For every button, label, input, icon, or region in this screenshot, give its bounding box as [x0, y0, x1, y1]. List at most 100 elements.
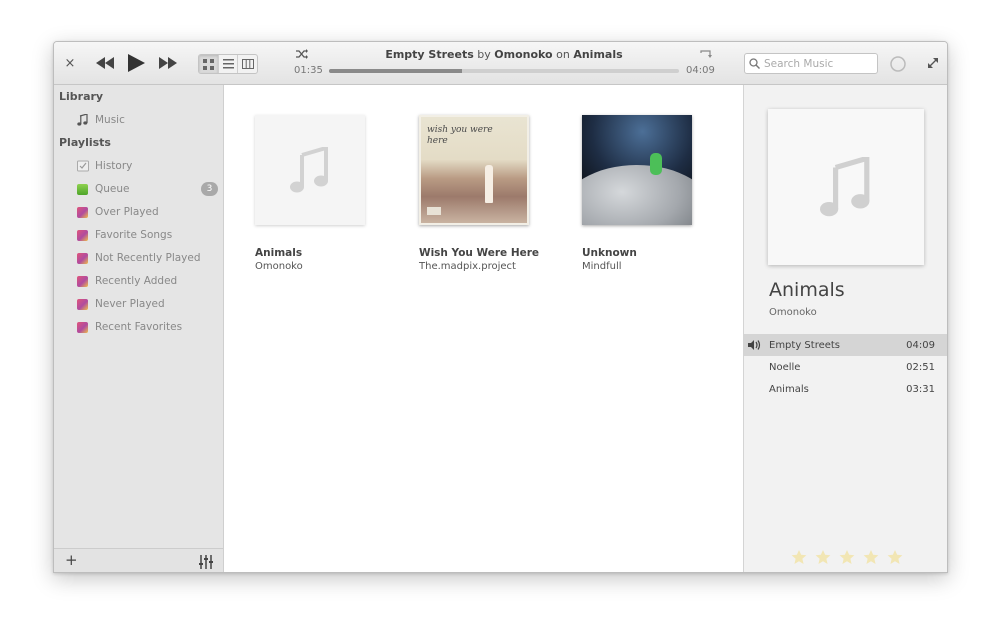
sidebar-item-recently-added[interactable]: Recently Added [76, 270, 223, 292]
playlist-icon [76, 275, 89, 288]
sidebar-item-over-played[interactable]: Over Played [76, 201, 223, 223]
sidebar-item-label: Music [95, 114, 125, 126]
header-bar: × Empty Streets by Omonoko on Animals 01… [54, 42, 947, 85]
sidebar-item-favorite-songs[interactable]: Favorite Songs [76, 224, 223, 246]
album-cover [582, 115, 692, 225]
sidebar-item-not-recently-played[interactable]: Not Recently Played [76, 247, 223, 269]
track-row[interactable]: Empty Streets 04:09 [744, 334, 947, 356]
album-title: Unknown [582, 247, 637, 259]
sidebar-item-label: Never Played [95, 298, 165, 310]
star-icon[interactable] [886, 550, 904, 564]
album-cover-figure [485, 165, 493, 203]
album-title: Wish You Were Here [419, 247, 540, 259]
add-playlist-button[interactable]: + [65, 551, 78, 569]
music-window: × Empty Streets by Omonoko on Animals 01… [53, 41, 948, 573]
now-playing-info: Empty Streets by Omonoko on Animals [334, 48, 674, 61]
previous-button[interactable] [94, 53, 116, 73]
sidebar-item-queue[interactable]: Queue 3 [76, 178, 223, 200]
music-note-icon [820, 157, 870, 217]
equalizer-button[interactable] [199, 554, 213, 569]
album-cover-handwriting: wish you were here [427, 125, 493, 146]
sidebar-item-history[interactable]: History [76, 155, 223, 177]
repeat-icon [699, 49, 712, 58]
list-view-button[interactable] [219, 55, 239, 73]
search-input[interactable] [764, 57, 874, 70]
fullscreen-icon [928, 58, 938, 68]
play-icon [128, 54, 145, 72]
sidebar-item-music[interactable]: Music [76, 109, 223, 131]
equalizer-icon [199, 555, 213, 569]
speaker-playing-icon [748, 340, 761, 350]
album-details-pane: Animals Omonoko Empty Streets 04:09 Noel… [743, 85, 947, 572]
album-card[interactable]: wish you were here Wish You Were Here Th… [419, 115, 540, 272]
album-artist: Mindfull [582, 261, 622, 272]
grid-view-button[interactable] [199, 55, 219, 73]
spinner-icon [890, 56, 906, 72]
album-cover: wish you were here [419, 115, 529, 225]
queue-count-badge: 3 [201, 182, 218, 196]
seek-bar[interactable] [329, 69, 679, 73]
now-playing-album: Animals [573, 48, 623, 61]
album-artist: Omonoko [255, 261, 303, 272]
sidebar-item-label: Recent Favorites [95, 321, 183, 333]
star-icon[interactable] [814, 550, 832, 564]
track-duration: 03:31 [906, 383, 935, 395]
star-icon[interactable] [862, 550, 880, 564]
playlist-icon [76, 298, 89, 311]
queue-icon [76, 183, 89, 196]
search-box [744, 53, 878, 74]
album-cover-figure [650, 153, 662, 175]
status-button[interactable] [888, 54, 908, 74]
album-artist: The.madpix.project [419, 261, 516, 272]
sidebar-item-recent-favorites[interactable]: Recent Favorites [76, 316, 223, 338]
sidebar-item-label: Recently Added [95, 275, 178, 287]
now-playing-track: Empty Streets [385, 48, 474, 61]
view-switcher [198, 54, 258, 74]
playlist-icon [76, 206, 89, 219]
shuffle-icon [296, 49, 308, 59]
track-row[interactable]: Noelle 02:51 [744, 356, 947, 378]
track-duration: 04:09 [906, 339, 935, 351]
playlist-icon [76, 252, 89, 265]
library-header: Library [59, 90, 104, 103]
star-icon[interactable] [790, 550, 808, 564]
shuffle-button[interactable] [294, 48, 310, 60]
now-playing-on: on [556, 48, 570, 61]
rewind-icon [96, 57, 114, 69]
album-cover [255, 115, 365, 225]
album-title: Animals [255, 247, 303, 259]
music-note-icon [290, 147, 328, 193]
repeat-button[interactable] [697, 48, 713, 60]
track-name: Noelle [769, 361, 801, 373]
sidebar-item-never-played[interactable]: Never Played [76, 293, 223, 315]
music-note-icon [76, 114, 89, 127]
track-list: Empty Streets 04:09 Noelle 02:51 Animals… [744, 334, 947, 400]
column-view-icon [241, 59, 254, 69]
rating-stars [790, 550, 910, 564]
star-icon[interactable] [838, 550, 856, 564]
track-name: Animals [769, 383, 809, 395]
playlist-icon [76, 229, 89, 242]
album-card[interactable]: Animals Omonoko [255, 115, 367, 272]
play-button[interactable] [124, 51, 148, 75]
column-view-button[interactable] [238, 55, 257, 73]
album-card[interactable]: Unknown Mindfull [582, 115, 694, 272]
album-grid: Animals Omonoko wish you were here Wish … [224, 85, 743, 572]
track-name: Empty Streets [769, 339, 841, 351]
sidebar-item-label: History [95, 160, 133, 172]
album-cover-moon-surface [582, 165, 692, 225]
close-button[interactable]: × [60, 53, 80, 73]
grid-view-icon [202, 58, 214, 70]
history-icon [76, 160, 89, 173]
time-elapsed: 01:35 [294, 65, 323, 76]
playlists-header: Playlists [59, 136, 111, 149]
search-icon [749, 58, 760, 69]
next-button[interactable] [157, 53, 179, 73]
track-duration: 02:51 [906, 361, 935, 373]
sidebar-footer: + [54, 548, 223, 572]
fullscreen-button[interactable] [924, 54, 942, 72]
track-row[interactable]: Animals 03:31 [744, 378, 947, 400]
list-view-icon [222, 59, 234, 69]
sidebar-item-label: Favorite Songs [95, 229, 173, 241]
album-detail-title: Animals [769, 279, 845, 301]
